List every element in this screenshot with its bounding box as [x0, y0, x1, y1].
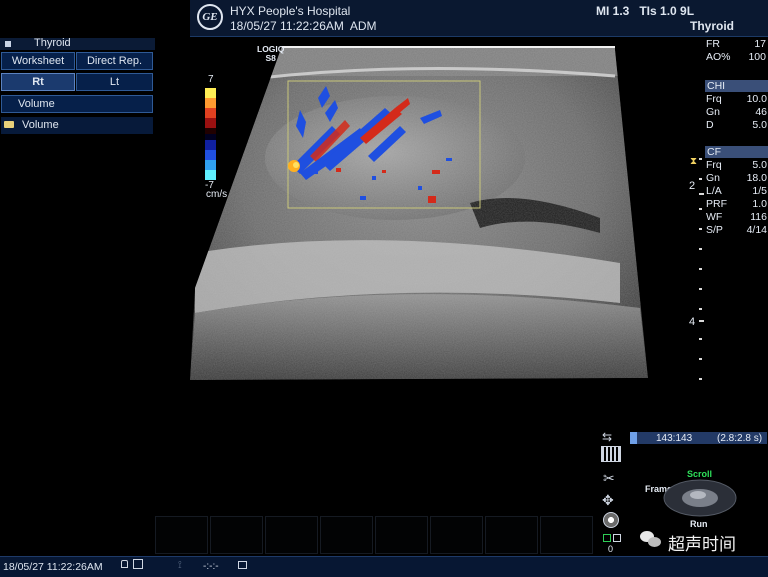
depth-mark-4: 4 — [689, 316, 696, 328]
cf-la-value: 1/5 — [752, 185, 767, 197]
hospital-name: HYX People's Hospital — [230, 4, 351, 18]
volume-button-label: Volume — [18, 98, 55, 110]
chi-frq-label: Frq — [706, 93, 722, 105]
left-panel-header — [0, 38, 155, 50]
cf-prf-value: 1.0 — [752, 198, 767, 210]
cine-frame-count: 143:143 — [656, 433, 693, 444]
left-side-button[interactable]: Lt — [76, 73, 153, 91]
tool-icons: ⇆ ✂ ✥ 0 — [598, 430, 626, 558]
direct-report-button[interactable]: Direct Rep. — [76, 52, 153, 70]
focus-marker-icon: ⧗ — [690, 156, 698, 167]
cf-wf-label: WF — [706, 211, 723, 223]
chi-gain-label: Gn — [706, 106, 721, 118]
chi-header: CHI — [705, 80, 768, 92]
trackball-icon[interactable] — [662, 478, 738, 518]
thumbnail-slot[interactable] — [320, 516, 373, 554]
thumbnail-slot[interactable] — [430, 516, 483, 554]
ao-value: 100 — [748, 51, 766, 63]
thumbnail-slot[interactable] — [540, 516, 593, 554]
cf-gain-value: 18.0 — [746, 172, 767, 184]
depth-mark-2: 2 — [689, 180, 696, 192]
probe-series: S8 — [265, 53, 276, 63]
swap-arrows-icon[interactable]: ⇆ — [602, 431, 622, 443]
cine-time: (2.8:2.8 s) — [717, 433, 763, 444]
thumbnail-strip — [155, 516, 595, 554]
chi-gain-value: 46 — [755, 106, 767, 118]
move-arrows-icon[interactable]: ✥ — [602, 492, 622, 508]
cf-frq-label: Frq — [706, 159, 722, 171]
cine-counter: 0 — [608, 544, 614, 554]
thumbnail-slot[interactable] — [210, 516, 263, 554]
network-icon — [133, 559, 143, 569]
volume-folder-item[interactable]: Volume — [1, 117, 153, 134]
operator: ADM — [349, 19, 377, 33]
exam-datetime: 18/05/27 11:22:26AM ADM — [230, 19, 377, 33]
panel-menu-icon[interactable] — [5, 41, 11, 47]
trackball-run-label: Run — [690, 519, 708, 529]
fr-label: FR — [706, 38, 720, 50]
watermark-text: 超声时间 — [668, 535, 736, 555]
wechat-logo-icon — [640, 531, 662, 549]
thumbnail-slot[interactable] — [375, 516, 428, 554]
chi-frq-value: 10.0 — [746, 93, 767, 105]
mi-tis-readout: MI 1.3 TIs 1.0 9L — [596, 4, 695, 18]
chi-depth-label: D — [706, 119, 714, 131]
capture-box2-icon[interactable] — [613, 534, 621, 542]
cf-prf-label: PRF — [706, 198, 727, 210]
exam-date: 18/05/27 11:22:26AM — [230, 19, 344, 33]
cine-progress-fill — [630, 432, 637, 444]
fr-value: 17 — [754, 38, 766, 50]
preset-name: Thyroid — [690, 19, 734, 33]
battery-icon — [238, 561, 247, 569]
thumbnail-slot[interactable] — [485, 516, 538, 554]
logo-text: GE — [202, 11, 218, 23]
cf-sp-label: S/P — [706, 224, 723, 236]
worksheet-button[interactable]: Worksheet — [1, 52, 75, 70]
usb-icon: ⟟ — [178, 560, 182, 571]
right-side-button[interactable]: Rt — [1, 73, 75, 91]
color-bar-unit: cm/s — [206, 189, 228, 200]
ge-logo-icon: GE — [197, 4, 223, 30]
ao-label: AO% — [706, 51, 731, 63]
status-bar — [0, 556, 768, 577]
volume-button[interactable]: Volume — [1, 95, 153, 113]
cf-sp-value: 4/14 — [746, 224, 767, 236]
cf-frq-value: 5.0 — [752, 159, 767, 171]
status-datetime: 18/05/27 11:22:26AM — [3, 561, 103, 573]
scissors-icon[interactable]: ✂ — [603, 470, 621, 486]
globe-icon[interactable] — [603, 512, 619, 528]
lock-icon — [121, 560, 128, 568]
cf-la-label: L/A — [706, 185, 722, 197]
capture-box-icon[interactable] — [603, 534, 611, 542]
thumbnail-slot[interactable] — [265, 516, 318, 554]
cf-header: CF — [705, 146, 768, 158]
probe-label: LOGIQ S8 — [257, 45, 284, 63]
volume-folder-label: Volume — [22, 119, 59, 131]
folder-icon — [4, 121, 14, 128]
thumbnail-slot[interactable] — [155, 516, 208, 554]
cf-gain-label: Gn — [706, 172, 721, 184]
color-bar-top-label: 7 — [208, 74, 214, 85]
cf-wf-value: 116 — [750, 211, 767, 223]
left-panel: Thyroid Worksheet Direct Rep. Rt Lt Volu… — [0, 37, 155, 134]
keyboard-icon[interactable] — [601, 446, 621, 462]
status-code: -:-:- — [203, 561, 219, 572]
velocity-color-bar — [205, 88, 216, 180]
left-panel-title: Thyroid — [34, 37, 71, 49]
chi-depth-value: 5.0 — [752, 119, 767, 131]
